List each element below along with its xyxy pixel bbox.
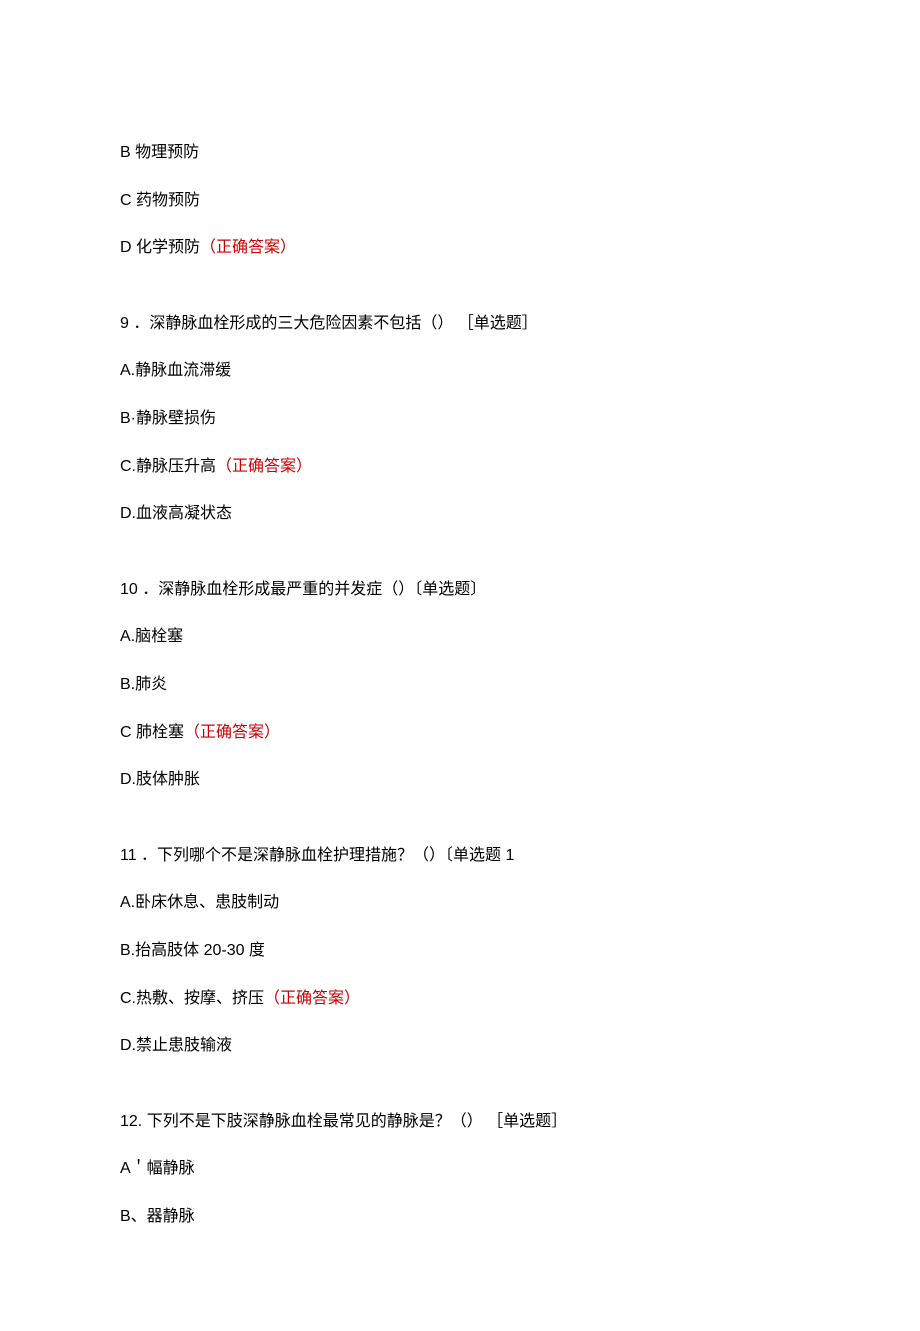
line-text: A.静脉血流滞缓 xyxy=(120,362,231,379)
option-line: B 物理预防 xyxy=(120,140,800,166)
line-text: A.脑栓塞 xyxy=(120,628,183,645)
option-line: A＇幅静脉 xyxy=(120,1156,800,1182)
question-line: 12. 下列不是下肢深静脉血栓最常见的静脉是？（） ［单选题］ xyxy=(120,1109,800,1135)
option-line: C 药物预防 xyxy=(120,188,800,214)
option-line: B、器静脉 xyxy=(120,1204,800,1230)
option-line: C.静脉压升高（正确答案） xyxy=(120,454,800,480)
line-text: C.静脉压升高 xyxy=(120,458,216,475)
line-text: 9 ．深静脉血栓形成的三大危险因素不包括（） ［单选题］ xyxy=(120,315,538,332)
option-line: C.热敷、按摩、挤压（正确答案） xyxy=(120,986,800,1012)
line-text: C 肺栓塞 xyxy=(120,724,184,741)
question-line: 11 ．下列哪个不是深静脉血栓护理措施？（）〔单选题 1 xyxy=(120,843,800,869)
line-text: 11 ．下列哪个不是深静脉血栓护理措施？（）〔单选题 1 xyxy=(120,847,514,864)
line-text: D 化学预防 xyxy=(120,239,200,256)
option-line: B.肺炎 xyxy=(120,672,800,698)
line-text: C.热敷、按摩、挤压 xyxy=(120,990,264,1007)
line-text: B.肺炎 xyxy=(120,676,167,693)
question-line: 10 ．深静脉血栓形成最严重的并发症（）〔单选题〕 xyxy=(120,577,800,603)
line-text: D.肢体肿胀 xyxy=(120,771,200,788)
correct-answer-label: （正确答案） xyxy=(184,724,280,741)
option-line: B.抬高肢体 20-30 度 xyxy=(120,938,800,964)
option-line: D.血液高凝状态 xyxy=(120,501,800,527)
line-text: A.卧床休息、患肢制动 xyxy=(120,894,279,911)
line-text: B·静脉壁损伤 xyxy=(120,410,216,427)
option-line: D.禁止患肢输液 xyxy=(120,1033,800,1059)
option-line: A.卧床休息、患肢制动 xyxy=(120,890,800,916)
option-line: D.肢体肿胀 xyxy=(120,767,800,793)
line-text: B 物理预防 xyxy=(120,144,199,161)
option-line: B·静脉壁损伤 xyxy=(120,406,800,432)
line-text: C 药物预防 xyxy=(120,192,200,209)
question-line: 9 ．深静脉血栓形成的三大危险因素不包括（） ［单选题］ xyxy=(120,311,800,337)
correct-answer-label: （正确答案） xyxy=(200,239,296,256)
correct-answer-label: （正确答案） xyxy=(264,990,360,1007)
correct-answer-label: （正确答案） xyxy=(216,458,312,475)
option-line: A.脑栓塞 xyxy=(120,624,800,650)
line-text: D.禁止患肢输液 xyxy=(120,1037,232,1054)
document-content: B 物理预防C 药物预防D 化学预防（正确答案）9 ．深静脉血栓形成的三大危险因… xyxy=(120,140,800,1229)
line-text: 12. 下列不是下肢深静脉血栓最常见的静脉是？（） ［单选题］ xyxy=(120,1113,567,1130)
line-text: B、器静脉 xyxy=(120,1208,195,1225)
option-line: C 肺栓塞（正确答案） xyxy=(120,720,800,746)
line-text: A＇幅静脉 xyxy=(120,1160,195,1177)
line-text: D.血液高凝状态 xyxy=(120,505,232,522)
option-line: A.静脉血流滞缓 xyxy=(120,358,800,384)
option-line: D 化学预防（正确答案） xyxy=(120,235,800,261)
line-text: 10 ．深静脉血栓形成最严重的并发症（）〔单选题〕 xyxy=(120,581,486,598)
line-text: B.抬高肢体 20-30 度 xyxy=(120,942,265,959)
